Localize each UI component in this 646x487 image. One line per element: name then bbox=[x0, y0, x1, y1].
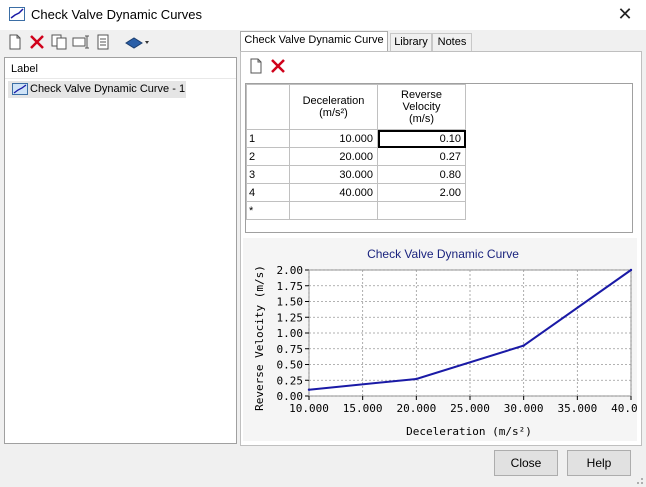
x-axis-label: Deceleration (m/s²) bbox=[406, 425, 532, 438]
y-tick-label: 0.50 bbox=[277, 359, 304, 372]
new-row-icon[interactable] bbox=[247, 57, 265, 75]
column-header-deceleration-label: Deceleration bbox=[302, 95, 365, 107]
reverse-velocity-cell[interactable]: 2.00 bbox=[377, 183, 466, 202]
curve-app-icon bbox=[9, 7, 25, 21]
chart-svg: Check Valve Dynamic Curve 0.000.250.500.… bbox=[253, 247, 646, 438]
x-tick-label: 15.000 bbox=[343, 402, 383, 415]
library-dropdown-icon[interactable] bbox=[124, 33, 150, 51]
data-point bbox=[629, 268, 633, 272]
tab-curve[interactable]: Check Valve Dynamic Curve bbox=[240, 31, 388, 52]
list-item-label: Check Valve Dynamic Curve - 1 bbox=[30, 83, 186, 95]
help-button[interactable]: Help bbox=[567, 450, 631, 476]
close-button[interactable]: Close bbox=[494, 450, 558, 476]
column-header-reverse-label: Reverse bbox=[401, 89, 442, 101]
column-header-velocity-label: Velocity bbox=[402, 101, 441, 113]
table-row: 3 30.000 0.80 bbox=[246, 165, 466, 184]
chart-title: Check Valve Dynamic Curve bbox=[367, 247, 519, 261]
window-title: Check Valve Dynamic Curves bbox=[31, 7, 202, 22]
column-header-velocity-unit: (m/s) bbox=[408, 113, 435, 125]
resize-grip-icon[interactable] bbox=[634, 475, 644, 485]
list-header-label: Label bbox=[11, 63, 38, 75]
curve-list-panel: Label Check Valve Dynamic Curve - 1 bbox=[4, 57, 237, 444]
curve-tab-page: Deceleration (m/s²) Reverse Velocity (m/… bbox=[240, 51, 646, 446]
curve-chart: Check Valve Dynamic Curve 0.00 0.25 0.50 0.… bbox=[243, 238, 646, 441]
row-header[interactable]: 3 bbox=[246, 165, 290, 184]
data-point bbox=[522, 344, 525, 347]
table-row: * bbox=[246, 201, 466, 220]
delete-row-icon[interactable] bbox=[269, 57, 287, 75]
y-tick-label: 2.00 bbox=[277, 264, 304, 277]
deceleration-cell[interactable]: 30.000 bbox=[289, 165, 378, 184]
tab-library[interactable]: Library bbox=[390, 33, 432, 51]
deceleration-cell[interactable]: 40.000 bbox=[289, 183, 378, 202]
reverse-velocity-cell[interactable] bbox=[377, 201, 466, 220]
list-header-divider bbox=[5, 78, 236, 79]
report-icon[interactable] bbox=[94, 33, 112, 51]
x-tick-label: 25.000 bbox=[450, 402, 490, 415]
tab-notes[interactable]: Notes bbox=[432, 33, 472, 51]
grid-corner bbox=[246, 84, 290, 130]
x-tick-label: 10.000 bbox=[289, 402, 329, 415]
curve-icon bbox=[12, 83, 28, 95]
list-item[interactable]: Check Valve Dynamic Curve - 1 bbox=[8, 81, 186, 98]
delete-icon[interactable] bbox=[28, 33, 46, 51]
deceleration-cell[interactable]: 20.000 bbox=[289, 147, 378, 166]
reverse-velocity-cell[interactable]: 0.27 bbox=[377, 147, 466, 166]
y-tick-label: 0.75 bbox=[277, 343, 304, 356]
new-row-header[interactable]: * bbox=[246, 201, 290, 220]
close-icon[interactable]: ✕ bbox=[614, 4, 636, 24]
x-tick-label: 40.000 bbox=[611, 402, 637, 415]
column-header-deceleration[interactable]: Deceleration (m/s²) bbox=[289, 84, 378, 130]
data-point bbox=[307, 388, 311, 391]
column-header-reverse-velocity[interactable]: Reverse Velocity (m/s) bbox=[377, 84, 466, 130]
x-tick-label: 35.000 bbox=[557, 402, 597, 415]
title-bar: Check Valve Dynamic Curves ✕ bbox=[0, 0, 646, 30]
table-row: 1 10.000 0.10 bbox=[246, 129, 466, 148]
x-tick-label: 20.000 bbox=[396, 402, 436, 415]
reverse-velocity-cell[interactable]: 0.80 bbox=[377, 165, 466, 184]
x-tick-label: 30.000 bbox=[504, 402, 544, 415]
curve-data-grid: Deceleration (m/s²) Reverse Velocity (m/… bbox=[245, 83, 633, 233]
deceleration-cell[interactable]: 10.000 bbox=[289, 129, 378, 148]
y-tick-label: 1.50 bbox=[277, 296, 304, 309]
y-tick-label: 1.00 bbox=[277, 327, 304, 340]
row-header[interactable]: 1 bbox=[246, 129, 290, 148]
y-tick-label: 0.25 bbox=[277, 374, 304, 387]
reverse-velocity-cell[interactable]: 0.10 bbox=[377, 129, 466, 148]
row-header[interactable]: 4 bbox=[246, 183, 290, 202]
column-header-deceleration-unit: (m/s²) bbox=[319, 107, 348, 119]
table-row: 4 40.000 2.00 bbox=[246, 183, 466, 202]
new-icon[interactable] bbox=[6, 33, 24, 51]
table-row: 2 20.000 0.27 bbox=[246, 147, 466, 166]
y-tick-label: 1.75 bbox=[277, 280, 304, 293]
y-axis-label: Reverse Velocity (m/s) bbox=[253, 265, 266, 411]
rename-icon[interactable] bbox=[72, 33, 90, 51]
data-point bbox=[415, 377, 418, 381]
row-header[interactable]: 2 bbox=[246, 147, 290, 166]
y-tick-label: 1.25 bbox=[277, 311, 304, 324]
duplicate-icon[interactable] bbox=[50, 33, 68, 51]
deceleration-cell[interactable] bbox=[289, 201, 378, 220]
plot-area: 0.000.250.500.751.001.251.501.752.0010.0… bbox=[277, 264, 646, 415]
